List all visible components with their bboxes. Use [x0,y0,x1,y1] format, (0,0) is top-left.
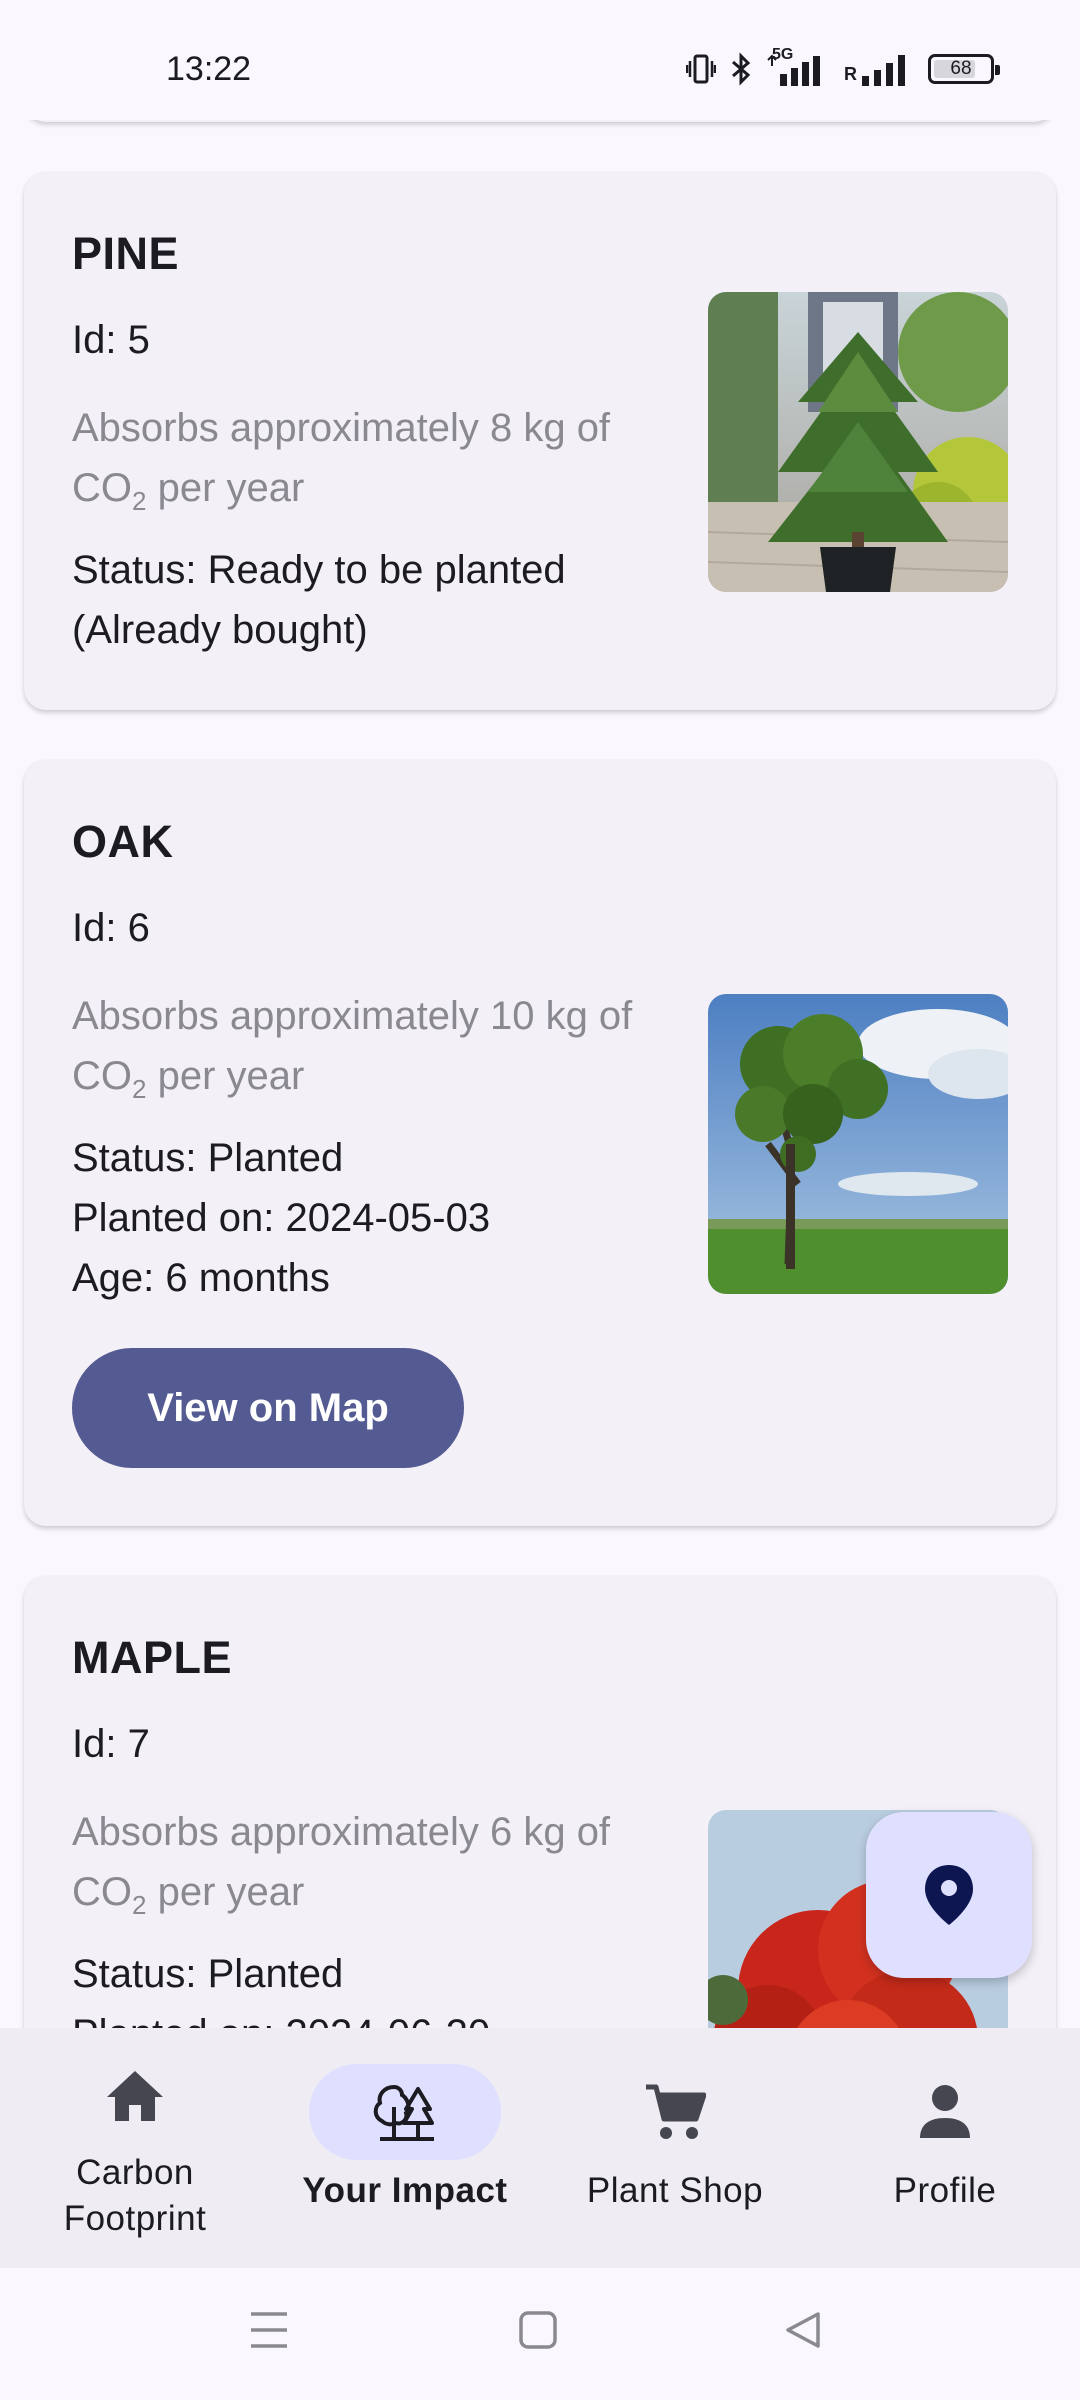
home-icon [107,2071,163,2121]
absorption-text: Absorbs approximately 8 kg of CO2 per ye… [72,406,611,516]
signal-roaming-icon: R [844,52,914,86]
app-screen: PINE Id: 5 Absorbs approximately 8 kg of… [0,0,1080,2400]
person-icon [920,2085,970,2138]
bluetooth-icon [732,52,751,86]
status-bar: 13:22 5G R 68 [0,0,1080,120]
nav-your-impact[interactable]: Your Impact [270,2028,540,2268]
cart-icon [646,2084,706,2139]
battery-level: 68 [950,58,972,79]
system-navigation [0,2268,1080,2400]
nav-active-indicator [309,2064,501,2160]
status-icons: 5G R 68 [686,46,1000,86]
nav-profile[interactable]: Profile [810,2028,1080,2268]
status-line: Status: Planted [72,1136,344,1180]
nav-carbon-footprint[interactable]: Carbon Footprint [0,2028,270,2268]
nav-label: Plant Shop [586,2171,764,2210]
tree-status: Status: Planted Planted on: 2024-06-20 [72,1944,692,2028]
location-pin-icon [925,1865,973,1925]
tree-card-oak[interactable]: OAK Id: 6 Absorbs approximately 10 kg of… [24,760,1056,1526]
oak-tree-photo [708,994,1008,1294]
vibrate-icon [686,54,716,84]
status-line: Status: Planted [72,1952,344,1996]
menu-icon[interactable] [248,2310,290,2350]
view-on-map-button[interactable]: View on Map [72,1348,464,1468]
tree-card-pine[interactable]: PINE Id: 5 Absorbs approximately 8 kg of… [24,172,1056,710]
tree-id: Id: 6 [72,906,150,950]
back-triangle-icon[interactable] [784,2310,822,2350]
status-line: Status: Ready to be planted (Already bou… [72,548,566,652]
bottom-navigation: Carbon Footprint Your Impact Plant Shop … [0,2028,1080,2268]
nav-label: Your Impact [302,2171,508,2210]
absorption-text: Absorbs approximately 6 kg of CO2 per ye… [72,1810,611,1920]
home-square-icon[interactable] [518,2310,558,2350]
tree-status: Status: Ready to be planted (Already bou… [72,540,692,660]
absorption-text: Absorbs approximately 10 kg of CO2 per y… [72,994,633,1104]
map-location-fab[interactable] [866,1812,1032,1978]
status-time: 13:22 [166,50,252,88]
tree-name: MAPLE [72,1632,232,1683]
tree-age: Age: 6 months [72,1256,330,1300]
nav-label: Profile [893,2171,997,2210]
nav-label: Carbon Footprint [63,2153,207,2238]
tree-name: OAK [72,816,174,867]
tree-status: Status: Planted Planted on: 2024-05-03 A… [72,1128,692,1308]
pine-tree-photo [708,292,1008,592]
battery-icon: 68 [928,54,1000,84]
tree-list[interactable]: PINE Id: 5 Absorbs approximately 8 kg of… [0,0,1080,2028]
tree-name: PINE [72,228,180,279]
planted-date: Planted on: 2024-05-03 [72,1196,491,1240]
nav-plant-shop[interactable]: Plant Shop [540,2028,810,2268]
tree-id: Id: 5 [72,318,150,362]
signal-5g-icon: 5G [766,46,830,86]
trees-icon [373,2084,434,2141]
planted-date: Planted on: 2024-06-20 [72,2004,692,2028]
tree-id: Id: 7 [72,1722,150,1766]
